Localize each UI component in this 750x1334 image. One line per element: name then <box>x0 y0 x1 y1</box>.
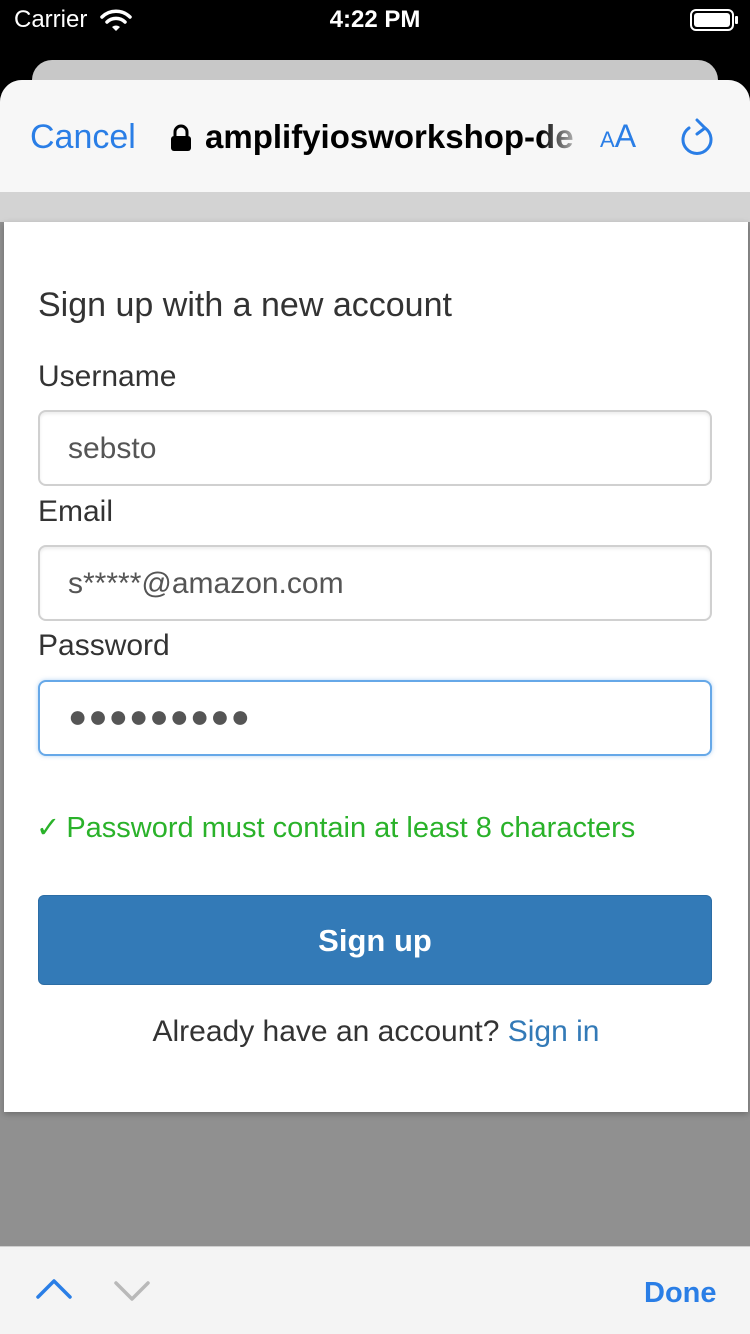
page-title: Sign up with a new account <box>38 286 452 324</box>
lock-icon <box>171 124 191 151</box>
browser-nav-bar: Cancel amplifyiosworkshop-de AA <box>0 80 750 192</box>
status-bar: Carrier 4:22 PM <box>0 0 750 40</box>
form-accessory-toolbar: Done <box>0 1246 750 1334</box>
text-size-small-glyph: A <box>600 127 615 152</box>
signin-prompt: Already have an account? Sign in <box>4 1015 748 1049</box>
text-size-button[interactable]: AA <box>600 118 636 155</box>
chevron-up-icon[interactable] <box>34 1273 74 1303</box>
signin-prompt-text: Already have an account? <box>152 1015 500 1048</box>
battery-icon <box>690 9 738 31</box>
check-icon: ✓ <box>36 812 61 844</box>
email-input[interactable]: s*****@amazon.com <box>38 545 712 621</box>
done-button[interactable]: Done <box>644 1277 717 1310</box>
email-value: s*****@amazon.com <box>68 567 344 600</box>
reload-icon[interactable] <box>678 118 716 158</box>
screen: Carrier 4:22 PM Cancel amplifyiosworksho… <box>0 0 750 1334</box>
browser-sheet: Cancel amplifyiosworkshop-de AA Sign up … <box>0 80 750 1334</box>
email-label: Email <box>38 495 114 528</box>
password-input[interactable]: ●●●●●●●●● <box>38 680 712 756</box>
sign-in-link[interactable]: Sign in <box>508 1015 600 1048</box>
text-size-big-glyph: A <box>614 118 637 154</box>
password-label: Password <box>38 629 170 662</box>
username-input[interactable]: sebsto <box>38 410 712 486</box>
page-header-strip <box>0 192 750 222</box>
password-masked-value: ●●●●●●●●● <box>68 698 251 734</box>
sign-up-button[interactable]: Sign up <box>38 895 712 985</box>
clock: 4:22 PM <box>329 6 421 33</box>
cancel-button[interactable]: Cancel <box>30 118 136 157</box>
signup-card: Sign up with a new account Username sebs… <box>4 222 748 1112</box>
username-value: sebsto <box>68 432 157 465</box>
password-hint: ✓ Password must contain at least 8 charac… <box>36 810 635 845</box>
chevron-down-icon[interactable] <box>112 1277 152 1307</box>
password-hint-text: Password must contain at least 8 charact… <box>66 812 636 844</box>
username-label: Username <box>38 360 177 393</box>
url-fade <box>540 110 588 160</box>
url-address[interactable]: amplifyiosworkshop-de <box>205 118 580 156</box>
